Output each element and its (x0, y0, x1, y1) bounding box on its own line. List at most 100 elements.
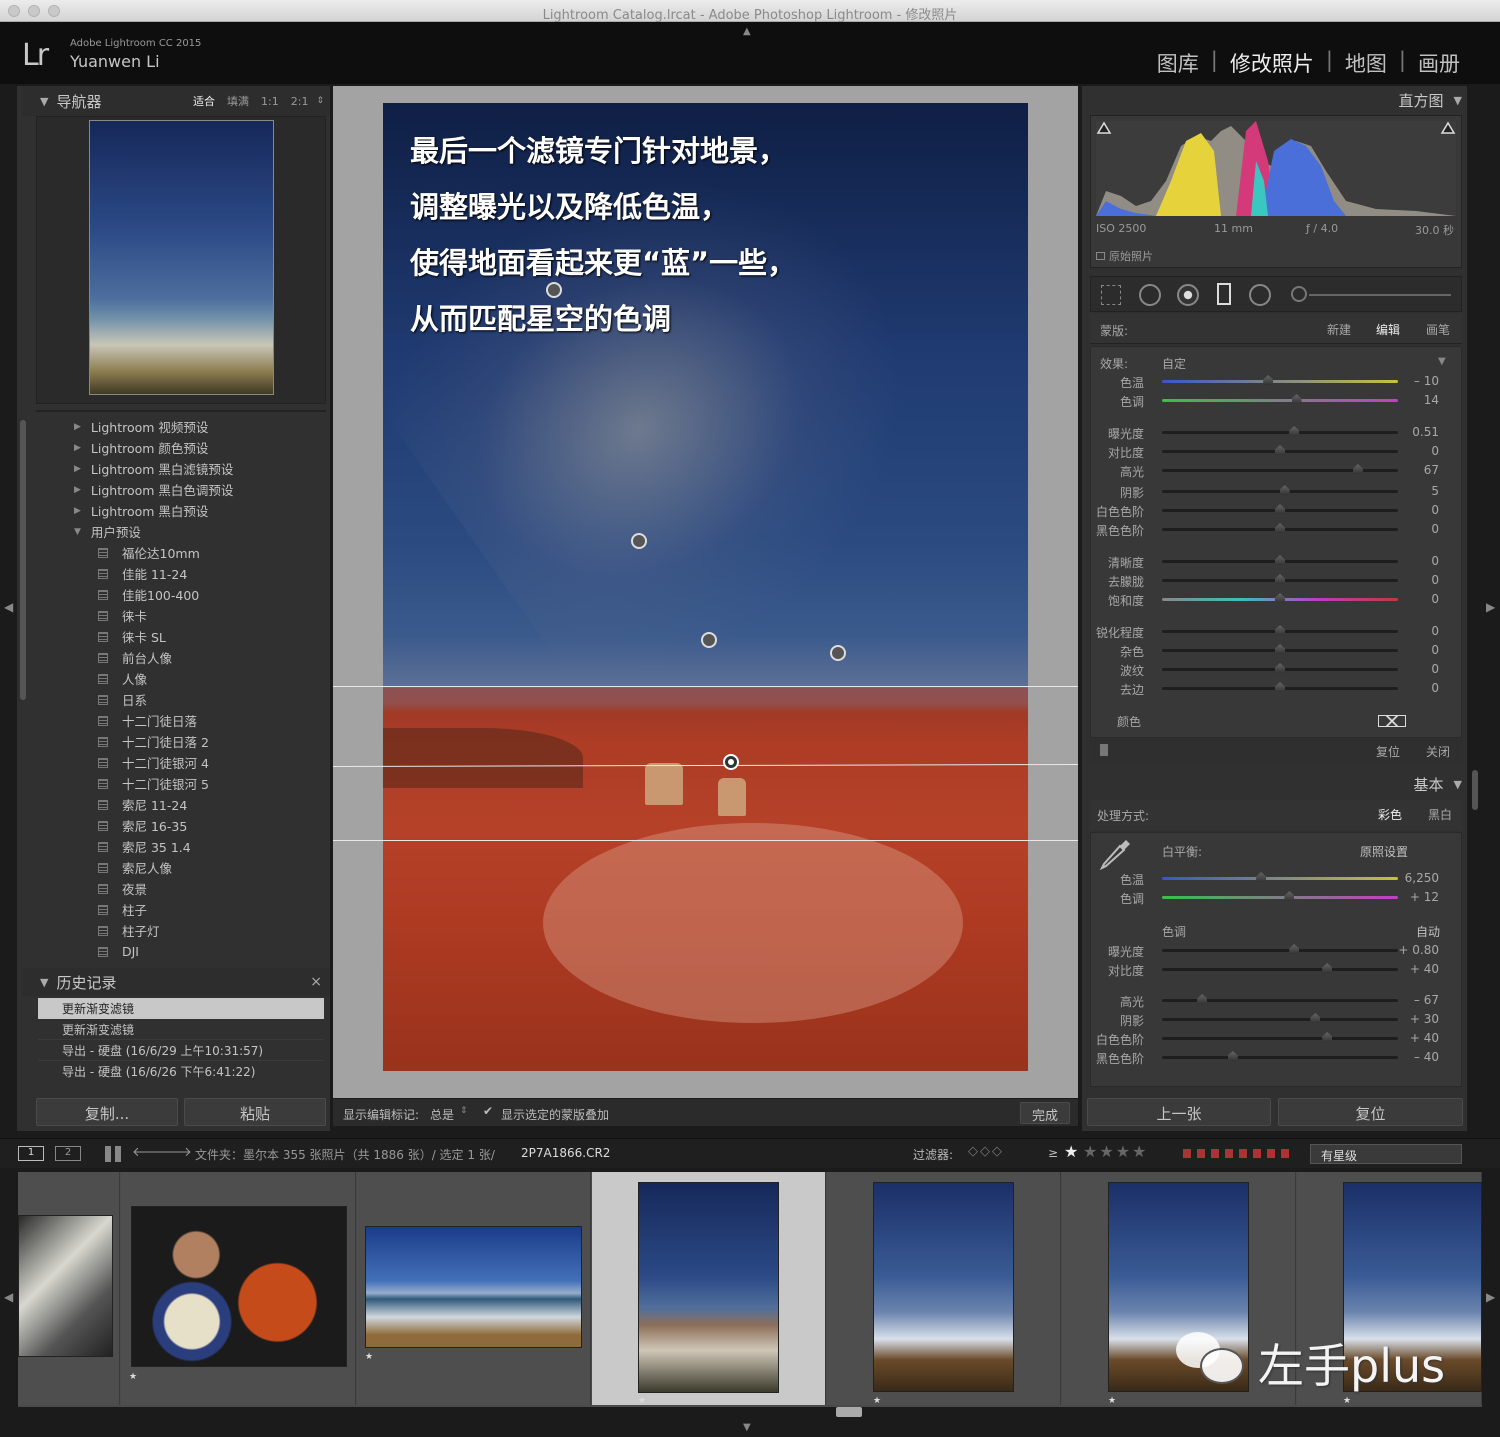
filter-pin[interactable] (701, 632, 717, 648)
spot-removal-icon[interactable] (1139, 284, 1161, 306)
secondary-window-button[interactable]: 2 (55, 1146, 81, 1161)
filmstrip-scroll-thumb[interactable] (836, 1407, 862, 1417)
graduated-filter-icon[interactable] (1217, 283, 1231, 305)
eyedropper-icon[interactable] (1098, 838, 1132, 870)
filter-pin[interactable] (830, 645, 846, 661)
treatment-bw-button[interactable]: 黑白 (1428, 806, 1452, 823)
mask-slider-knob[interactable] (1352, 464, 1363, 474)
mask-slider-value[interactable]: 0 (1431, 444, 1439, 458)
filmstrip-right-arrow-icon[interactable]: ▶ (1486, 1290, 1495, 1304)
mask-slider[interactable]: 高光 67 (1090, 461, 1455, 480)
original-photo-toggle[interactable]: 原始照片 (1096, 248, 1153, 264)
user-preset-item[interactable]: 索尼 11-24 (38, 794, 325, 815)
mask-slider[interactable]: 去朦胧 0 (1090, 571, 1455, 590)
user-preset-item[interactable]: 索尼 35 1.4 (38, 836, 325, 857)
basic-slider-knob[interactable] (1322, 1032, 1333, 1042)
brush-size-slider[interactable] (1309, 294, 1451, 296)
flag-filter-icon[interactable]: ◇◇◇ (968, 1144, 1004, 1159)
basic-slider-value[interactable]: + 30 (1410, 1012, 1439, 1026)
user-preset-item[interactable]: 柱子 (38, 899, 325, 920)
mask-slider-knob[interactable] (1275, 523, 1285, 533)
navigator-header[interactable]: ▼ 导航器 适合 填满 1:1 2:1 ⇕ (22, 86, 330, 116)
wb-select[interactable]: 原照设置 (1360, 843, 1408, 860)
basic-slider-track[interactable] (1162, 1056, 1398, 1059)
basic-slider-value[interactable]: – 40 (1414, 1050, 1439, 1064)
mask-brush-button[interactable]: 画笔 (1426, 321, 1450, 338)
mask-slider-knob[interactable] (1275, 555, 1285, 565)
gradient-line-bottom[interactable] (333, 840, 1078, 841)
zoom-fill[interactable]: 填满 (227, 93, 249, 109)
filter-pin[interactable] (631, 533, 647, 549)
mask-slider-value[interactable]: 14 (1424, 393, 1439, 407)
user-preset-item[interactable]: DJI (38, 941, 325, 962)
basic-slider-knob[interactable] (1256, 872, 1267, 882)
preset-folder[interactable]: ▶ Lightroom 颜色预设 (38, 437, 325, 458)
basic-slider-value[interactable]: + 40 (1410, 1031, 1439, 1045)
mask-slider-value[interactable]: 0 (1431, 643, 1439, 657)
mask-reset-button[interactable]: 复位 (1376, 743, 1400, 760)
basic-slider-value[interactable]: + 40 (1410, 962, 1439, 976)
radial-filter-icon[interactable] (1249, 284, 1271, 306)
basic-slider-track[interactable] (1162, 896, 1398, 899)
basic-slider-knob[interactable] (1227, 1051, 1238, 1061)
mask-slider-knob[interactable] (1263, 375, 1274, 385)
mask-slider[interactable]: 饱和度 0 (1090, 590, 1455, 609)
mask-slider-value[interactable]: 0 (1431, 592, 1439, 606)
filmstrip-thumbnail[interactable] (131, 1206, 347, 1367)
basic-slider-track[interactable] (1162, 1018, 1398, 1021)
user-preset-item[interactable]: 夜景 (38, 878, 325, 899)
mask-slider-value[interactable]: – 10 (1414, 374, 1439, 388)
filmstrip-thumbnail[interactable] (365, 1226, 582, 1348)
basic-slider-track[interactable] (1162, 877, 1398, 880)
mask-slider-knob[interactable] (1291, 394, 1302, 404)
zoom-2to1[interactable]: 2:1 (291, 95, 309, 108)
mask-slider-value[interactable]: 5 (1431, 484, 1439, 498)
mask-edit-button[interactable]: 编辑 (1376, 321, 1400, 338)
active-filter-pin[interactable] (723, 754, 739, 770)
user-preset-item[interactable]: 十二门徒日落 2 (38, 731, 325, 752)
mask-slider-track[interactable] (1162, 399, 1398, 402)
basic-slider-track[interactable] (1162, 1037, 1398, 1040)
red-eye-icon[interactable] (1177, 284, 1199, 306)
selected-filename[interactable]: 2P7A1866.CR2 (521, 1146, 610, 1160)
star-filter-icon[interactable]: ★★★★ (1083, 1142, 1148, 1161)
filmstrip-thumbnail[interactable] (18, 1215, 113, 1357)
source-path[interactable]: 文件夹：墨尔本 355 张照片（共 1886 张）/ 选定 1 张/ (195, 1146, 495, 1163)
mask-slider-value[interactable]: 0 (1431, 522, 1439, 536)
history-item[interactable]: 更新渐变滤镜 (38, 1019, 324, 1040)
right-panel-scrollbar[interactable] (1472, 770, 1478, 810)
forward-arrow-icon[interactable]: 🡒 (157, 1144, 192, 1160)
mask-slider[interactable]: 锐化程度 0 (1090, 622, 1455, 641)
history-item-selected[interactable]: 更新渐变滤镜 (38, 998, 324, 1019)
mask-color-swatch[interactable] (1378, 715, 1406, 727)
show-edit-pins-select[interactable]: 总是 (430, 1106, 454, 1123)
mask-slider-value[interactable]: 0 (1431, 662, 1439, 676)
reset-button[interactable]: 复位 (1278, 1098, 1463, 1126)
histogram-header[interactable]: 直方图 ▼ (1087, 86, 1462, 114)
user-preset-item[interactable]: 前台人像 (38, 647, 325, 668)
filmstrip-left-arrow-icon[interactable]: ◀ (4, 1290, 13, 1304)
basic-slider-knob[interactable] (1284, 891, 1295, 901)
gradient-line-top[interactable] (333, 686, 1078, 687)
left-panel-toggle-icon[interactable]: ◀ (4, 600, 13, 614)
right-panel-toggle-icon[interactable]: ▶ (1486, 600, 1495, 614)
basic-slider[interactable]: 色温 6,250 (1090, 869, 1455, 888)
crop-tool-icon[interactable] (1101, 285, 1121, 305)
basic-slider-value[interactable]: – 67 (1414, 993, 1439, 1007)
mask-slider-value[interactable]: 0.51 (1412, 425, 1439, 439)
star-filter-icon[interactable]: ★ (1064, 1142, 1078, 1161)
zoom-stepper-icon[interactable]: ⇕ (316, 96, 324, 106)
effect-collapse-icon[interactable]: ▼ (1438, 356, 1446, 367)
checkbox-icon[interactable] (1096, 252, 1105, 260)
preset-folder[interactable]: ▶ Lightroom 黑白色调预设 (38, 479, 325, 500)
user-preset-item[interactable]: 十二门徒银河 5 (38, 773, 325, 794)
basic-slider[interactable]: 色调 + 12 (1090, 888, 1455, 907)
mask-slider[interactable]: 色调 14 (1090, 391, 1455, 410)
mask-slider-value[interactable]: 67 (1424, 463, 1439, 477)
basic-slider-track[interactable] (1162, 968, 1398, 971)
mask-slider-value[interactable]: 0 (1431, 554, 1439, 568)
mask-slider-knob[interactable] (1275, 574, 1285, 584)
mask-slider-knob[interactable] (1275, 682, 1285, 692)
mask-slider[interactable]: 色温 – 10 (1090, 372, 1455, 391)
mask-toggle-switch[interactable] (1100, 744, 1108, 756)
